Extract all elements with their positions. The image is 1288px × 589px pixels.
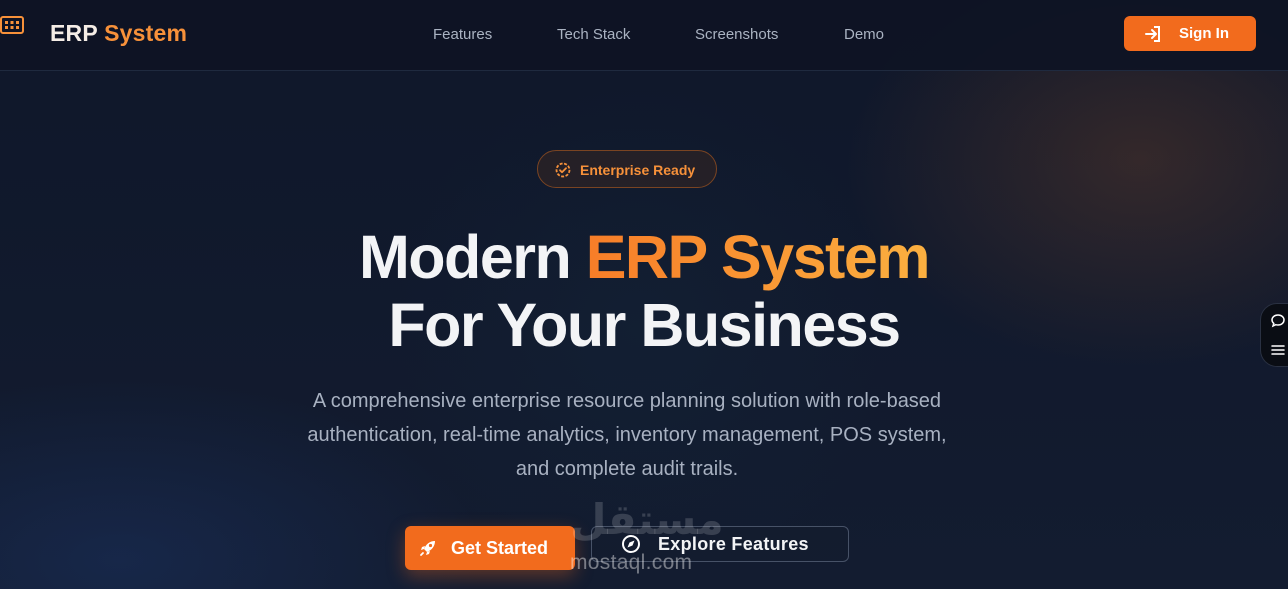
hero-title-plain: Modern [358, 223, 586, 291]
hero-description-line1: A comprehensive enterprise resource plan… [312, 390, 942, 412]
get-started-label: Get Started [451, 538, 549, 558]
sign-in-button[interactable]: Sign In [1124, 16, 1256, 51]
hero-title-line2: For Your Business [388, 291, 901, 359]
badge-label: Enterprise Ready [580, 162, 696, 178]
hero-title-line1: Modern ERP System [0, 222, 1288, 292]
hero-title-accent: ERP System [585, 223, 931, 291]
menu-lines-icon[interactable] [1270, 342, 1286, 358]
verified-badge-icon [555, 162, 571, 178]
nav-link-tech-stack[interactable]: Tech Stack [557, 26, 630, 43]
hero-description-line2: authentication, real-time analytics, inv… [307, 424, 947, 446]
nav-link-screenshots[interactable]: Screenshots [695, 26, 778, 43]
top-navbar: ERP System Features Tech Stack Screensho… [0, 0, 1288, 71]
nav-link-demo[interactable]: Demo [844, 26, 884, 43]
chat-bubble-icon[interactable] [1270, 313, 1286, 329]
watermark-latin: mostaql.com [570, 551, 693, 574]
login-arrow-icon [1145, 26, 1160, 42]
sign-in-label: Sign In [1179, 25, 1229, 42]
nav-link-features[interactable]: Features [433, 26, 492, 43]
floating-side-widget [1260, 303, 1288, 367]
hero-description-line3: and complete audit trails. [515, 458, 739, 480]
get-started-button[interactable]: Get Started [405, 526, 575, 570]
main-nav: Features Tech Stack Screenshots Demo [0, 26, 1288, 46]
rocket-icon [420, 541, 435, 556]
enterprise-ready-badge: Enterprise Ready [537, 150, 717, 188]
watermark-arabic: مستقل [570, 495, 724, 544]
